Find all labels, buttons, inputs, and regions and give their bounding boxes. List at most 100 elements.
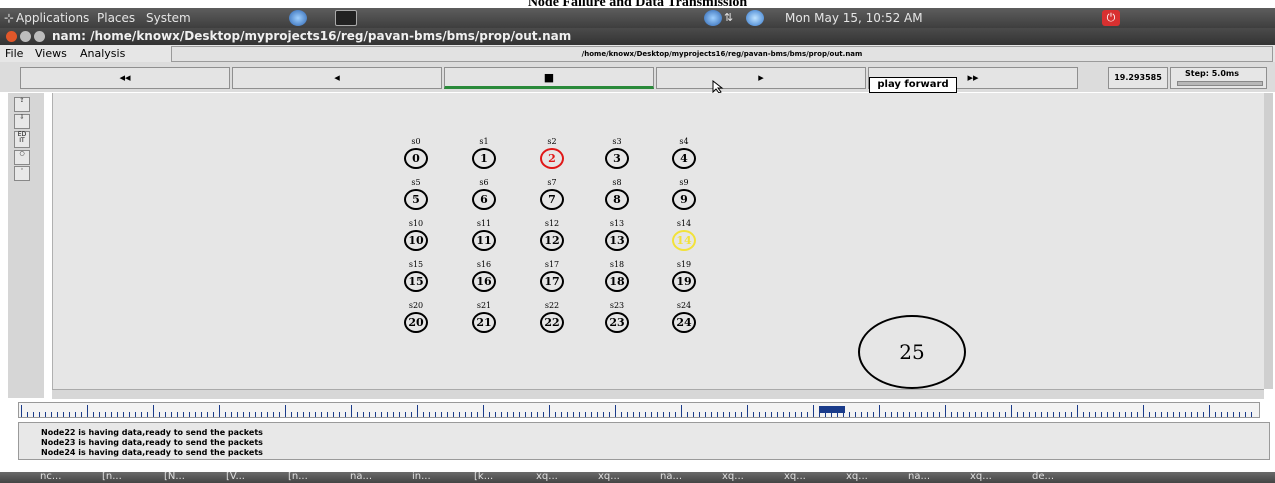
applications-menu-icon[interactable]: ⊹: [4, 11, 14, 25]
circle-tool-icon[interactable]: ○: [14, 150, 30, 165]
timeline-tick: [177, 412, 178, 417]
taskbar-item[interactable]: [n...: [288, 472, 308, 482]
network-node[interactable]: 4: [672, 148, 696, 169]
taskbar-item[interactable]: nc...: [40, 472, 61, 482]
taskbar-item[interactable]: xq...: [598, 472, 620, 482]
network-node[interactable]: 17: [540, 271, 564, 292]
taskbar-item[interactable]: [V...: [226, 472, 245, 482]
step-slider-track[interactable]: [1177, 81, 1263, 86]
close-icon[interactable]: [6, 31, 17, 42]
timeline-tick: [39, 412, 40, 417]
network-node[interactable]: 0: [404, 148, 428, 169]
timeline-tick: [477, 412, 478, 417]
network-node[interactable]: 6: [472, 189, 496, 210]
taskbar-item[interactable]: xq...: [536, 472, 558, 482]
network-node[interactable]: 18: [605, 271, 629, 292]
rewind-button[interactable]: ◂◂: [20, 67, 230, 89]
taskbar-item[interactable]: na...: [908, 472, 930, 482]
network-node[interactable]: 1: [472, 148, 496, 169]
taskbar-item[interactable]: in...: [412, 472, 431, 482]
browser-launcher-icon[interactable]: [289, 10, 307, 26]
network-node[interactable]: 10: [404, 230, 428, 251]
timeline-tick: [1071, 412, 1072, 417]
sink-node[interactable]: 25: [858, 315, 966, 389]
timeline-tick: [321, 412, 322, 417]
step-slider[interactable]: Step: 5.0ms: [1170, 67, 1267, 89]
timeline-tick: [933, 412, 934, 417]
edit-tool-button[interactable]: ED IT: [14, 131, 30, 148]
timeline-tick: [441, 412, 442, 417]
timeline-tick: [327, 412, 328, 417]
file-menu[interactable]: File: [5, 47, 23, 60]
network-node[interactable]: 16: [472, 271, 496, 292]
network-icon[interactable]: [704, 10, 722, 26]
taskbar-item[interactable]: na...: [660, 472, 682, 482]
network-node[interactable]: 14: [672, 230, 696, 251]
network-node[interactable]: 9: [672, 189, 696, 210]
updown-arrows-icon[interactable]: ⇅: [724, 11, 733, 24]
applications-menu[interactable]: Applications: [16, 11, 89, 25]
network-node[interactable]: 20: [404, 312, 428, 333]
timeline-tick: [639, 412, 640, 417]
network-node[interactable]: 2: [540, 148, 564, 169]
terminal-launcher-icon[interactable]: [335, 10, 357, 26]
timeline-tick: [1155, 412, 1156, 417]
timeline-tick: [213, 412, 214, 417]
vertical-scrollbar[interactable]: [1264, 93, 1273, 389]
taskbar-item[interactable]: na...: [350, 472, 372, 482]
taskbar-item[interactable]: xq...: [722, 472, 744, 482]
network-node[interactable]: 5: [404, 189, 428, 210]
timeline-tick: [309, 412, 310, 417]
timeline-tick: [363, 412, 364, 417]
zoom-out-tool-icon[interactable]: ⇩: [14, 114, 30, 129]
network-node[interactable]: 7: [540, 189, 564, 210]
taskbar-item[interactable]: [n...: [102, 472, 122, 482]
views-menu[interactable]: Views: [35, 47, 67, 60]
step-back-button[interactable]: ◂: [232, 67, 442, 89]
network-node[interactable]: 24: [672, 312, 696, 333]
system-menu[interactable]: System: [146, 11, 191, 25]
timeline-tick: [195, 412, 196, 417]
timeline-tick: [369, 412, 370, 417]
network-canvas[interactable]: 25 s0 0 s1 1 s2 2 s3 3 s4 4 s5 5 s6 6 s7 7 s8 8 s9 9 s10 10 s1…: [52, 93, 1265, 389]
timeline-marker[interactable]: [819, 406, 845, 413]
minimize-icon[interactable]: [20, 31, 31, 42]
power-icon[interactable]: ⏻: [1102, 10, 1120, 26]
network-node[interactable]: 21: [472, 312, 496, 333]
globe-icon[interactable]: [746, 10, 764, 26]
maximize-icon[interactable]: [34, 31, 45, 42]
zoom-in-tool-icon[interactable]: ⇪: [14, 97, 30, 112]
stop-button[interactable]: ■: [444, 67, 654, 89]
network-node[interactable]: 8: [605, 189, 629, 210]
taskbar-item[interactable]: xq...: [846, 472, 868, 482]
network-node[interactable]: 19: [672, 271, 696, 292]
horizontal-scrollbar[interactable]: [52, 389, 1264, 399]
timeline-tick: [1161, 412, 1162, 417]
network-node[interactable]: 13: [605, 230, 629, 251]
network-node[interactable]: 22: [540, 312, 564, 333]
places-menu[interactable]: Places: [97, 11, 135, 25]
taskbar-item[interactable]: de...: [1032, 472, 1054, 482]
taskbar-item[interactable]: xq...: [784, 472, 806, 482]
timeline-tick: [1005, 412, 1006, 417]
node-label: s2: [547, 137, 557, 146]
clock[interactable]: Mon May 15, 10:52 AM: [785, 11, 923, 25]
timeline-tick: [981, 412, 982, 417]
network-node[interactable]: 23: [605, 312, 629, 333]
timeline-tick: [1227, 412, 1228, 417]
timeline-tick: [723, 412, 724, 417]
taskbar-item[interactable]: xq...: [970, 472, 992, 482]
play-forward-button[interactable]: ▸: [656, 67, 866, 89]
timeline-tick: [975, 412, 976, 417]
taskbar-item[interactable]: [N...: [164, 472, 185, 482]
taskbar-item[interactable]: [k...: [474, 472, 493, 482]
network-node[interactable]: 3: [605, 148, 629, 169]
network-node[interactable]: 12: [540, 230, 564, 251]
analysis-menu[interactable]: Analysis: [80, 47, 125, 60]
timeline-slider[interactable]: [18, 402, 1260, 418]
node-label: s15: [408, 260, 424, 269]
network-node[interactable]: 15: [404, 271, 428, 292]
point-tool-icon[interactable]: ◦: [14, 166, 30, 181]
timeline-tick: [729, 412, 730, 417]
network-node[interactable]: 11: [472, 230, 496, 251]
